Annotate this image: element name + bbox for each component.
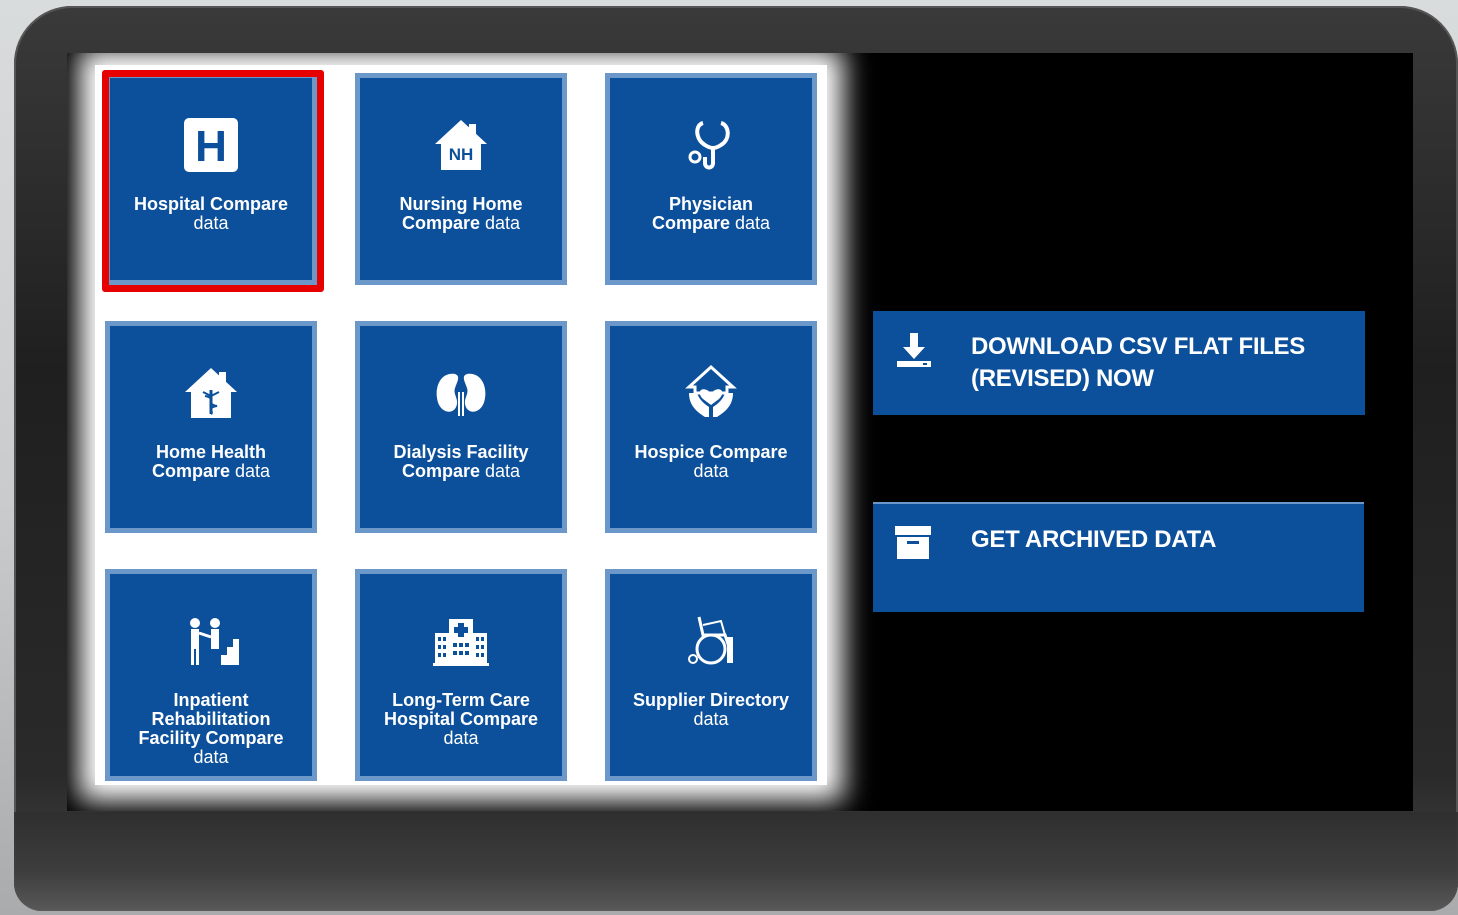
wheelchair-icon [605, 609, 817, 673]
tile-label: Dialysis Facility Compare data [393, 442, 529, 481]
download-csv-label: DOWNLOAD CSV FLAT FILES (REVISED) NOW [971, 333, 1305, 392]
dataset-tile-grid: H Hospital Compare data NH Nursing Home … [95, 65, 827, 785]
tile-label: Inpatient Rehabilitation Facility Compar… [138, 690, 284, 767]
tile-physician-compare[interactable]: Physician Compare data [605, 73, 817, 285]
kidney-icon [355, 361, 567, 425]
tile-label: Hospital Compare data [133, 194, 289, 233]
tile-label: Nursing Home Compare data [399, 194, 523, 233]
download-csv-button[interactable]: DOWNLOAD CSV FLAT FILES (REVISED) NOW [873, 311, 1365, 415]
tile-nursing-home-compare[interactable]: NH Nursing Home Compare data [355, 73, 567, 285]
tile-label: Hospice Compare data [634, 442, 788, 481]
tile-long-term-care-hospital-compare[interactable]: Long-Term Care Hospital Compare data [355, 569, 567, 781]
tile-label: Physician Compare data [651, 194, 771, 233]
hospital-h-icon: H [105, 113, 317, 177]
tile-hospital-compare[interactable]: H Hospital Compare data [102, 70, 324, 292]
tile-inpatient-rehabilitation-compare[interactable]: Inpatient Rehabilitation Facility Compar… [105, 569, 317, 781]
screen: H Hospital Compare data NH Nursing Home … [67, 53, 1413, 811]
tile-label: Long-Term Care Hospital Compare data [383, 690, 539, 748]
svg-text:H: H [195, 122, 227, 171]
stethoscope-icon [605, 113, 817, 177]
tile-label: Supplier Directory data [632, 690, 790, 729]
tile-home-health-compare[interactable]: Home Health Compare data [105, 321, 317, 533]
laptop-bezel-bottom [14, 812, 1458, 911]
hospice-heart-hands-icon [605, 361, 817, 425]
long-term-care-building-icon [355, 609, 567, 673]
download-icon [893, 331, 935, 378]
archive-box-icon [893, 524, 933, 567]
tile-dialysis-facility-compare[interactable]: Dialysis Facility Compare data [355, 321, 567, 533]
rehabilitation-icon [105, 609, 317, 673]
home-health-icon [105, 361, 317, 425]
get-archived-data-label: GET ARCHIVED DATA [971, 526, 1217, 553]
nursing-home-icon: NH [355, 113, 567, 177]
tile-label: Home Health Compare data [151, 442, 271, 481]
get-archived-data-button[interactable]: GET ARCHIVED DATA [873, 502, 1364, 612]
tile-hospice-compare[interactable]: Hospice Compare data [605, 321, 817, 533]
selection-highlight-box [102, 70, 324, 292]
tile-supplier-directory[interactable]: Supplier Directory data [605, 569, 817, 781]
svg-text:NH: NH [449, 145, 474, 164]
